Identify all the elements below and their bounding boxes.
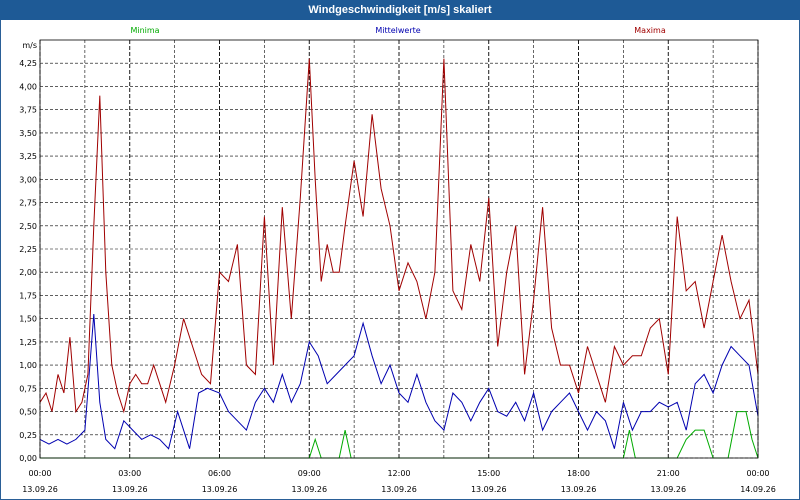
legend-maxima: Maxima bbox=[634, 26, 666, 35]
x-tick-time: 12:00 bbox=[387, 469, 410, 478]
y-tick-label: 1,75 bbox=[19, 291, 37, 300]
y-tick-label: 4,25 bbox=[19, 59, 37, 68]
y-tick-label: 0,50 bbox=[19, 408, 37, 417]
x-tick-date: 13.09.26 bbox=[112, 485, 148, 494]
y-axis-label: m/s bbox=[22, 41, 37, 50]
legend: Minima Mittelwerte Maxima bbox=[130, 26, 665, 35]
y-tick-label: 2,25 bbox=[19, 245, 37, 254]
y-tick-label: 4,00 bbox=[19, 82, 37, 91]
y-tick-label: 3,75 bbox=[19, 106, 37, 115]
y-tick-label: 2,75 bbox=[19, 199, 37, 208]
y-tick-label: 3,25 bbox=[19, 152, 37, 161]
y-tick-label: 0,25 bbox=[19, 431, 37, 440]
y-tick-label: 1,50 bbox=[19, 315, 37, 324]
x-tick-date: 13.09.26 bbox=[22, 485, 58, 494]
y-tick-label: 2,50 bbox=[19, 222, 37, 231]
x-tick-time: 06:00 bbox=[208, 469, 231, 478]
y-tick-label: 0,75 bbox=[19, 384, 37, 393]
y-tick-label: 3,00 bbox=[19, 175, 37, 184]
x-tick-date: 13.09.26 bbox=[291, 485, 327, 494]
x-tick-time: 18:00 bbox=[567, 469, 590, 478]
x-tick-time: 09:00 bbox=[298, 469, 321, 478]
x-tick-time: 15:00 bbox=[477, 469, 500, 478]
y-tick-label: 0,00 bbox=[19, 454, 37, 463]
grid bbox=[39, 40, 759, 459]
y-tick-label: 1,25 bbox=[19, 338, 37, 347]
wind-speed-chart: 0,00 0,25 0,50 0,75 1,00 1,25 1,50 1,75 2,00 2,25… bbox=[19, 26, 776, 494]
x-tick-date: 13.09.26 bbox=[471, 485, 507, 494]
x-tick-date: 13.09.26 bbox=[202, 485, 238, 494]
x-tick-time: 21:00 bbox=[657, 469, 680, 478]
x-tick-time: 00:00 bbox=[746, 469, 769, 478]
x-tick-time: 00:00 bbox=[28, 469, 51, 478]
legend-minima: Minima bbox=[130, 26, 159, 35]
x-tick-date: 13.09.26 bbox=[650, 485, 686, 494]
y-tick-label: 1,00 bbox=[19, 361, 37, 370]
y-tick-label: 2,00 bbox=[19, 268, 37, 277]
axes: 0,00 0,25 0,50 0,75 1,00 1,25 1,50 1,75 2,00 2,25… bbox=[19, 39, 776, 494]
x-tick-date: 13.09.26 bbox=[561, 485, 597, 494]
y-tick-label: 3,50 bbox=[19, 129, 37, 138]
x-tick-date: 14.09.26 bbox=[740, 485, 776, 494]
x-tick-date: 13.09.26 bbox=[381, 485, 417, 494]
x-tick-time: 03:00 bbox=[118, 469, 141, 478]
legend-mittelwerte: Mittelwerte bbox=[375, 26, 420, 35]
